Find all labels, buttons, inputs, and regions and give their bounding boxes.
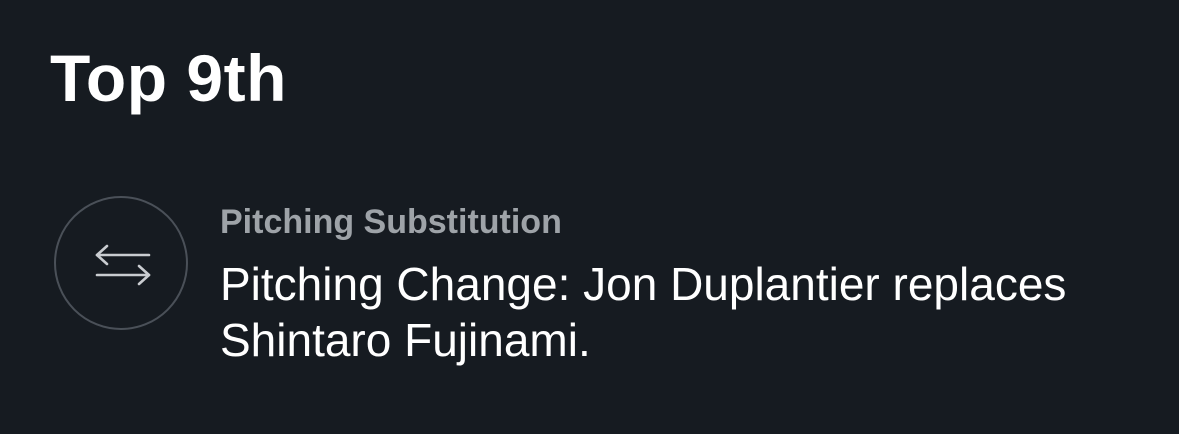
swap-arrows-icon xyxy=(54,196,188,330)
inning-header: Top 9th xyxy=(50,41,287,115)
event-description: Pitching Change: Jon Duplantier replaces… xyxy=(220,258,1067,366)
play-event-item[interactable]: Pitching Substitution Pitching Change: J… xyxy=(54,196,1144,376)
event-type-label: Pitching Substitution xyxy=(220,203,562,241)
